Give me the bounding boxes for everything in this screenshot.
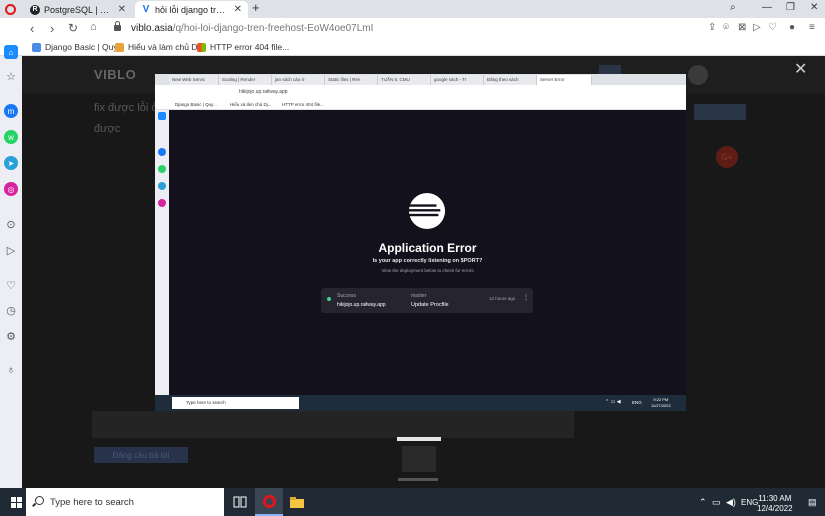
status-dot-icon — [327, 297, 331, 301]
viblo-logo: VIBLO — [94, 67, 137, 82]
back-button[interactable]: ‹ — [30, 21, 34, 36]
forward-button[interactable]: › — [50, 21, 54, 36]
error-hint: View the deployment below to check for e… — [381, 268, 474, 273]
bookmarks-bar: Django Basic | Quy... Hiểu và làm chủ Dj… — [0, 40, 825, 56]
bookmark-favicon-icon — [197, 42, 206, 52]
error-subtitle: Is your app correctly listening on $PORT… — [372, 258, 483, 264]
screenshot-address-bar: hikijojo.up.railway.app — [155, 85, 686, 100]
network-icon[interactable]: ▭ — [712, 497, 721, 508]
railway-favicon-icon: R — [30, 4, 40, 15]
language-indicator[interactable]: ENG — [741, 498, 758, 507]
tab-postgresql[interactable]: R PostgreSQL | Railway ✕ — [24, 1, 132, 18]
deployment-host: hikijojo.up.railway.app — [337, 302, 386, 308]
close-tab-icon[interactable]: ✕ — [118, 4, 126, 15]
show-hidden-icons[interactable]: ⌃ — [699, 497, 707, 508]
send-icon[interactable]: ▷ — [753, 22, 761, 33]
settings-icon[interactable]: ⚙ — [4, 329, 18, 343]
railway-error-page: Application Error Is your app correctly … — [169, 110, 686, 395]
url-field[interactable]: viblo.asia/q/hoi-loi-django-tren-freehos… — [131, 23, 373, 34]
block-icon[interactable]: ⊠ — [738, 22, 746, 33]
bookmark-favicon-icon — [32, 42, 41, 52]
thumbnail[interactable] — [402, 446, 436, 472]
bookmark-django-basic[interactable]: Django Basic | Quy... — [32, 42, 124, 52]
account-icon[interactable]: ● — [789, 22, 795, 33]
dimmed-content — [92, 411, 574, 438]
post-answer-button[interactable]: Đăng câu trả lời — [94, 447, 188, 463]
close-tab-icon[interactable]: ✕ — [234, 4, 242, 15]
railway-logo-icon — [408, 192, 446, 230]
screenshot-tab-bar: New Web Servic Scaling | Render jan sách… — [155, 74, 686, 85]
volume-icon[interactable]: ◀) — [726, 497, 736, 508]
bookmark-hieu-va-lam-chu[interactable]: Hiểu và làm chủ Dj... — [115, 42, 206, 52]
bookmark-http-error-404[interactable]: HTTP error 404 file... — [197, 42, 289, 52]
windows-taskbar: Type here to search ⌃ ▭ ◀) ENG 11:30 AM … — [0, 488, 825, 516]
file-explorer-icon[interactable] — [283, 488, 311, 516]
menu-icon[interactable]: ≡ — [809, 22, 815, 33]
lock-icon — [114, 21, 121, 31]
close-lightbox-icon[interactable]: ✕ — [794, 59, 807, 79]
player-icon[interactable]: ⊙ — [4, 217, 18, 231]
send-icon[interactable]: ▷ — [4, 243, 18, 257]
telegram-icon[interactable]: ➤ — [4, 156, 18, 170]
notifications-icon[interactable]: ▤ — [808, 497, 817, 508]
screenshot-image: New Web Servic Scaling | Render jan sách… — [155, 74, 686, 411]
deployment-card: Success hikijojo.up.railway.app master U… — [321, 288, 533, 313]
follow-button[interactable] — [694, 104, 746, 120]
bookmark-favicon-icon — [115, 42, 124, 52]
pin-icon[interactable]: ♁ — [4, 363, 18, 377]
avatar-badge: G+ — [716, 146, 738, 168]
favorites-icon[interactable]: ♡ — [4, 278, 18, 292]
close-window-button[interactable]: ✕ — [810, 2, 818, 13]
deployment-commit: Update Procfile — [411, 302, 449, 308]
camera-icon[interactable]: ⌾ — [723, 22, 729, 33]
screenshot-taskbar: Type here to search ⌃ ▭ ◀ ENG 9:22 PM 11/… — [155, 395, 686, 411]
screenshot-search-box: Type here to search — [172, 397, 299, 409]
minimize-button[interactable]: — — [762, 2, 772, 13]
opera-logo-icon[interactable] — [5, 4, 16, 15]
viblo-favicon-icon: V — [142, 4, 150, 15]
avatar[interactable] — [688, 65, 708, 85]
maximize-button[interactable]: ❐ — [786, 2, 795, 13]
search-icon — [35, 496, 44, 505]
address-bar: ‹ › ↻ ⌂ viblo.asia/q/hoi-loi-django-tren… — [0, 18, 825, 40]
deployment-branch: master — [411, 293, 427, 299]
heart-icon[interactable]: ♡ — [768, 22, 777, 33]
browser-tab-bar: R PostgreSQL | Railway ✕ V hỏi lỗi djang… — [0, 0, 825, 18]
opera-taskbar-icon[interactable] — [255, 488, 283, 516]
task-view-icon[interactable] — [226, 488, 254, 516]
share-icon[interactable]: ⇪ — [708, 22, 716, 33]
taskbar-search-input[interactable]: Type here to search — [26, 488, 224, 516]
tab-viblo-question[interactable]: V hỏi lỗi django trên freehost ✕ — [135, 1, 248, 18]
messenger-icon[interactable]: m — [4, 104, 18, 118]
taskbar-clock[interactable]: 11:30 AM 12/4/2022 — [757, 494, 793, 514]
windows-start-icon[interactable] — [11, 497, 22, 508]
thumbnail-indicator[interactable] — [397, 437, 441, 441]
instagram-icon[interactable]: ◎ — [4, 182, 18, 196]
home-button[interactable]: ⌂ — [90, 21, 97, 33]
screenshot-sidebar — [155, 110, 169, 395]
reload-button[interactable]: ↻ — [68, 21, 78, 35]
more-options-icon: ⋮ — [523, 295, 529, 301]
screenshot-bookmarks: Django Basic | Quy... Hiểu và làm chủ Dj… — [155, 100, 686, 110]
search-tabs-icon[interactable]: ⌕ — [730, 2, 736, 13]
bookmarks-icon[interactable]: ☆ — [4, 69, 18, 83]
opera-sidebar: ⌂ ☆ m w ➤ ◎ ⊙ ▷ ♡ ◷ ⚙ ♁ — [0, 45, 22, 488]
whatsapp-icon[interactable]: w — [4, 130, 18, 144]
speed-dial-icon[interactable]: ⌂ — [4, 45, 18, 59]
thumbnail-strip — [398, 478, 438, 481]
deployment-time: 12 hours ago — [489, 296, 516, 301]
new-tab-button[interactable]: + — [252, 0, 260, 15]
error-title: Application Error — [378, 241, 477, 255]
deployment-status: Success — [337, 293, 356, 299]
history-icon[interactable]: ◷ — [4, 303, 18, 317]
